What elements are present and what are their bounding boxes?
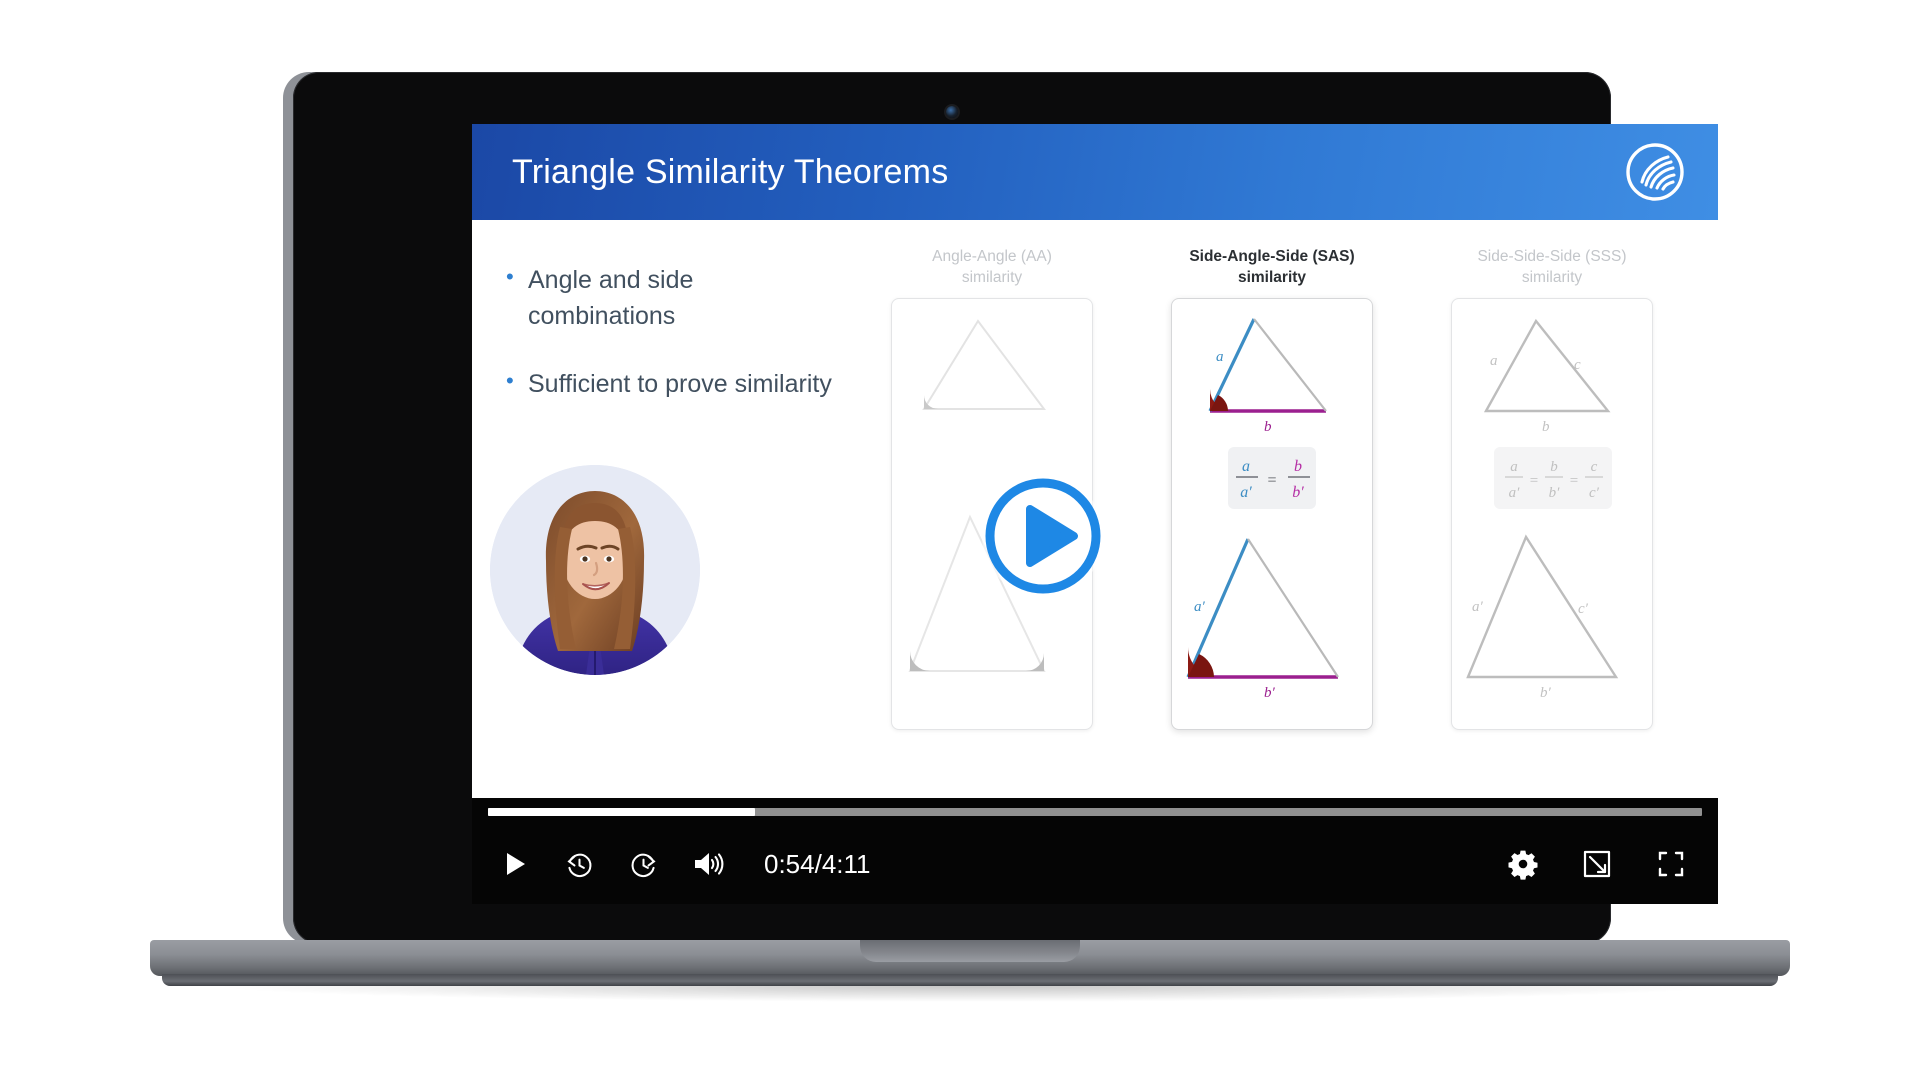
svg-text:c′: c′ (1589, 485, 1600, 501)
progress-bar[interactable] (488, 808, 1702, 816)
slide-body: • Angle and side combinations • Sufficie… (472, 220, 1718, 798)
panel-caption-line2: similarity (1521, 269, 1583, 286)
svg-text:b: b (1542, 419, 1550, 435)
panel-caption: Angle-Angle (AA) similarity (872, 246, 1112, 290)
panel-side-side-side[interactable]: Side-Side-Side (SSS) similarity a c b a … (1432, 246, 1672, 730)
avatar (490, 465, 700, 675)
laptop-base-top (150, 940, 1790, 976)
svg-text:b′: b′ (1292, 484, 1304, 501)
panel-side-angle-side[interactable]: Side-Angle-Side (SAS) similarity a b a a… (1152, 246, 1392, 730)
svg-text:c′: c′ (1578, 601, 1589, 617)
svg-text:a: a (1510, 459, 1518, 475)
svg-text:c: c (1574, 357, 1581, 373)
swirl-logo-icon (1626, 143, 1684, 201)
controls-left-group: 0:54/4:11 (492, 841, 871, 887)
laptop-base-notch (860, 940, 1080, 962)
panel-caption-line1: Side-Angle-Side (SAS) (1189, 248, 1355, 265)
controls-right-group (1500, 841, 1694, 887)
svg-text:b′: b′ (1549, 485, 1561, 501)
svg-text:a′: a′ (1472, 599, 1484, 615)
time-display: 0:54/4:11 (764, 848, 871, 879)
video-controls-bar: 0:54/4:11 (472, 798, 1718, 904)
bullet-text: Angle and side combinations (528, 266, 694, 330)
video-slide: Triangle Similarity Theorems • Angle and… (472, 124, 1718, 798)
svg-text:b′: b′ (1540, 685, 1552, 701)
panel-caption: Side-Side-Side (SSS) similarity (1432, 246, 1672, 290)
laptop-base (150, 940, 1790, 1010)
webcam-icon (946, 106, 958, 118)
panel-caption: Side-Angle-Side (SAS) similarity (1152, 246, 1392, 290)
progress-fill (488, 808, 756, 816)
settings-gear-button[interactable] (1500, 841, 1546, 887)
svg-text:=: = (1570, 473, 1578, 489)
label-a: a (1216, 349, 1224, 365)
laptop-lid: Triangle Similarity Theorems • Angle and… (293, 72, 1718, 944)
theater-mode-button[interactable] (1574, 841, 1620, 887)
forward-10-button[interactable] (620, 841, 666, 887)
slide-header: Triangle Similarity Theorems (472, 124, 1718, 220)
screenshot-root: Triangle Similarity Theorems • Angle and… (0, 0, 1920, 1080)
page-title: Triangle Similarity Theorems (512, 152, 949, 191)
label-b-prime: b′ (1264, 685, 1276, 701)
label-a-prime: a′ (1194, 599, 1206, 615)
panel-card-sss[interactable]: a c b a a′ = b b′ = c c′ a′ c′ b′ (1451, 298, 1653, 730)
panel-card-sas[interactable]: a b a a′ = b b′ a′ b′ (1171, 298, 1373, 730)
list-item: • Sufficient to prove similarity (506, 366, 836, 402)
laptop-drop-shadow (210, 986, 1730, 1002)
svg-text:b: b (1294, 458, 1302, 475)
bullet-dot-icon: • (506, 264, 514, 289)
fullscreen-button[interactable] (1648, 841, 1694, 887)
svg-text:=: = (1530, 473, 1538, 489)
laptop-screen: Triangle Similarity Theorems • Angle and… (472, 124, 1718, 904)
laptop-base-foot (162, 974, 1778, 986)
bullet-text: Sufficient to prove similarity (528, 370, 832, 398)
svg-text:a′: a′ (1509, 485, 1521, 501)
play-button[interactable] (492, 841, 538, 887)
volume-button[interactable] (684, 841, 730, 887)
laptop-device: Triangle Similarity Theorems • Angle and… (150, 60, 1790, 1020)
svg-text:a: a (1490, 353, 1498, 369)
svg-text:c: c (1591, 459, 1598, 475)
panel-caption-line1: Angle-Angle (AA) (932, 248, 1052, 265)
controls-row: 0:54/4:11 (472, 828, 1718, 900)
rewind-10-button[interactable] (556, 841, 602, 887)
panel-caption-line1: Side-Side-Side (SSS) (1477, 248, 1627, 265)
bullet-dot-icon: • (506, 368, 514, 393)
svg-text:a′: a′ (1240, 484, 1252, 501)
svg-text:a: a (1242, 458, 1250, 475)
play-overlay-button[interactable] (982, 475, 1104, 597)
panel-caption-line2: similarity (1237, 269, 1307, 286)
svg-text:b: b (1550, 459, 1558, 475)
label-b: b (1264, 419, 1272, 435)
svg-text:=: = (1267, 472, 1276, 489)
list-item: • Angle and side combinations (506, 262, 836, 334)
bullet-list: • Angle and side combinations • Sufficie… (506, 262, 836, 434)
panel-caption-line2: similarity (961, 269, 1023, 286)
